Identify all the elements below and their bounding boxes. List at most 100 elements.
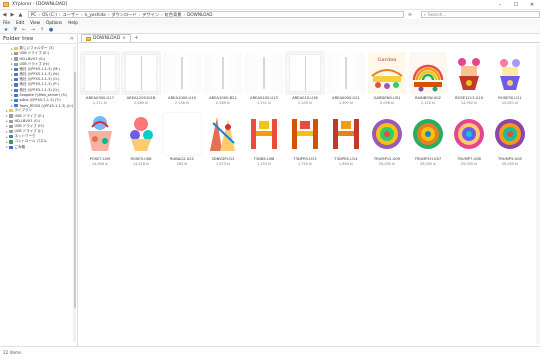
address-segment[interactable]: PC — [31, 12, 36, 17]
tree-item-label: ごみ箱 — [14, 144, 26, 149]
file-item[interactable]: TRUMP12.U09 29,005 kl — [366, 113, 408, 173]
menu-file[interactable]: File — [3, 20, 10, 25]
file-thumbnail[interactable] — [204, 52, 242, 94]
close-panel-icon[interactable]: ✕ — [70, 36, 74, 42]
file-thumbnail[interactable] — [327, 113, 365, 155]
file-thumbnail[interactable] — [327, 52, 365, 94]
file-thumbnail[interactable] — [450, 113, 488, 155]
menu-help[interactable]: Help — [68, 20, 78, 25]
tab-label: DOWNLOAD — [93, 36, 121, 41]
folder-icon — [9, 145, 13, 149]
search-placeholder: Search... — [428, 12, 447, 17]
svg-text:Garden: Garden — [378, 57, 398, 63]
file-thumbnail[interactable] — [81, 52, 119, 94]
file-item[interactable]: POSE7.U09 14,906 kl — [79, 113, 121, 173]
tree-item[interactable]: ▸ Seagate (\\files_server) (S:) — [0, 93, 77, 98]
tree-item-label: sdbiz (\\PFX5-1.1-3) (T:) — [19, 98, 61, 103]
network-drive-icon — [14, 88, 18, 92]
address-input[interactable]: PC › OS (C:) › ユーザー › k_yoshida › ダウンロード › デザ… — [27, 11, 404, 18]
file-item[interactable]: RUBAG2.U22 263 kl — [161, 113, 203, 173]
tag-icon[interactable]: ● — [48, 27, 54, 33]
file-item[interactable]: AREA0100.U15 1,151 kl — [243, 52, 285, 112]
search-icon: ⌕ — [423, 12, 427, 17]
file-item[interactable]: T3DBS.U08 1,153 kl — [243, 113, 285, 173]
tree-item[interactable]: ▸ ごみ箱 — [0, 145, 77, 150]
file-size: 14,821 kl — [501, 101, 519, 105]
file-item[interactable]: AREA0300.U17 2,211 kl — [79, 52, 121, 112]
tree-scrollbar[interactable] — [73, 46, 76, 342]
tab-download[interactable]: DOWNLOAD × — [81, 34, 131, 42]
address-segment[interactable]: デザイン — [142, 12, 159, 18]
tree-item-label: HD-LBVU3 (G:) — [14, 119, 41, 124]
file-item[interactable]: RAINBOW.U02 2,120 kl — [407, 52, 449, 112]
back-nav-icon[interactable]: ◀ — [1, 11, 8, 18]
file-item[interactable]: AREA0000.U21 1,997 kl — [325, 52, 367, 112]
file-thumbnail[interactable]: Garden — [368, 52, 406, 94]
file-item[interactable]: T3DPR3.U13 1,750 kl — [284, 113, 326, 173]
up-nav-icon[interactable]: ▲ — [17, 11, 24, 18]
menu-edit[interactable]: Edit — [16, 20, 24, 25]
file-thumbnail[interactable] — [122, 52, 160, 94]
back-icon[interactable]: ← — [21, 27, 27, 33]
address-segment[interactable]: 虹色背景 — [165, 12, 182, 18]
forward-nav-icon[interactable]: ▶ — [9, 11, 16, 18]
folder-icon — [9, 109, 13, 113]
file-item[interactable]: AREA010.U16 1,105 kl — [284, 52, 326, 112]
filter-icon[interactable]: ⧩ — [12, 27, 18, 33]
file-thumbnail[interactable] — [163, 52, 201, 94]
file-thumbnail[interactable] — [245, 52, 283, 94]
file-item[interactable]: AREA1000.U19 2,156 kl — [161, 52, 203, 112]
close-button[interactable]: ✕ — [524, 0, 540, 10]
maximize-button[interactable]: ☐ — [508, 0, 524, 10]
file-item[interactable]: TRUMP5.U05 29,005 kl — [489, 113, 531, 173]
file-thumbnail[interactable] — [286, 52, 324, 94]
file-item[interactable]: ROSE1213.U10 14,992 kl — [448, 52, 490, 112]
file-thumbnail[interactable] — [491, 52, 529, 94]
tree-scrollbar-thumb[interactable] — [73, 72, 76, 308]
address-segment[interactable]: DOWNLOAD — [187, 12, 212, 17]
file-item[interactable]: TRUMP7.U08 29,005 kl — [448, 113, 490, 173]
drive-icon — [9, 114, 13, 118]
address-segment[interactable]: k_yoshida — [85, 12, 106, 17]
file-item[interactable]: AREA1000.B22 2,289 kl — [202, 52, 244, 112]
network-drive-icon — [14, 93, 18, 97]
address-segment[interactable]: ユーザー — [63, 12, 80, 18]
file-thumbnail[interactable] — [122, 113, 160, 155]
file-item[interactable]: 3DBVDP.U12 1,573 kl — [202, 113, 244, 173]
minimize-button[interactable]: – — [492, 0, 508, 10]
file-grid-scrollbar[interactable] — [536, 44, 540, 344]
tree-item[interactable]: ▸ Tools_RFIDS (\\PFX5-1.1-3) (U:) — [0, 103, 77, 108]
file-thumbnail[interactable] — [409, 52, 447, 94]
network-drive-icon — [14, 72, 18, 77]
new-tab-icon[interactable]: + — [134, 35, 139, 41]
file-thumbnail[interactable] — [450, 52, 488, 94]
menu-options[interactable]: Options — [46, 20, 62, 25]
file-thumbnail[interactable] — [163, 113, 201, 155]
drive-icon — [9, 119, 13, 123]
search-input[interactable]: ⌕ Search... — [420, 11, 540, 18]
file-item[interactable]: TRUMP1H.U07 29,005 kl — [407, 113, 449, 173]
file-item[interactable]: Garden GARDEN0.U01 5,096 kl — [366, 52, 408, 112]
file-thumbnail[interactable] — [368, 113, 406, 155]
file-item[interactable]: T3DPR2.U14 1,894 kl — [325, 113, 367, 173]
app-icon — [3, 2, 9, 7]
refresh-icon[interactable]: ⟳ — [406, 11, 415, 18]
file-thumbnail[interactable] — [409, 113, 447, 155]
menu-view[interactable]: View — [30, 20, 40, 25]
file-thumbnail[interactable] — [245, 113, 283, 155]
address-segment[interactable]: ダウンロード — [111, 12, 136, 18]
file-thumbnail[interactable] — [491, 113, 529, 155]
file-item[interactable]: ROSE5.U08 14,418 kl — [120, 113, 162, 173]
file-item[interactable]: AREA12001018 2,080 kl — [120, 52, 162, 112]
up-icon[interactable]: ↑ — [39, 27, 45, 33]
window-controls: – ☐ ✕ — [492, 0, 540, 10]
favorites-icon[interactable]: ★ — [3, 27, 9, 33]
forward-icon[interactable]: → — [30, 27, 36, 33]
file-item[interactable]: ROSE3S.U11 14,821 kl — [489, 52, 531, 112]
file-thumbnail[interactable] — [81, 113, 119, 155]
file-thumbnail[interactable] — [286, 113, 324, 155]
file-name: TRUMP5.U05 — [498, 157, 522, 161]
address-segment[interactable]: OS (C:) — [42, 12, 57, 17]
file-thumbnail[interactable] — [204, 113, 242, 155]
tab-close-icon[interactable]: × — [122, 36, 126, 41]
